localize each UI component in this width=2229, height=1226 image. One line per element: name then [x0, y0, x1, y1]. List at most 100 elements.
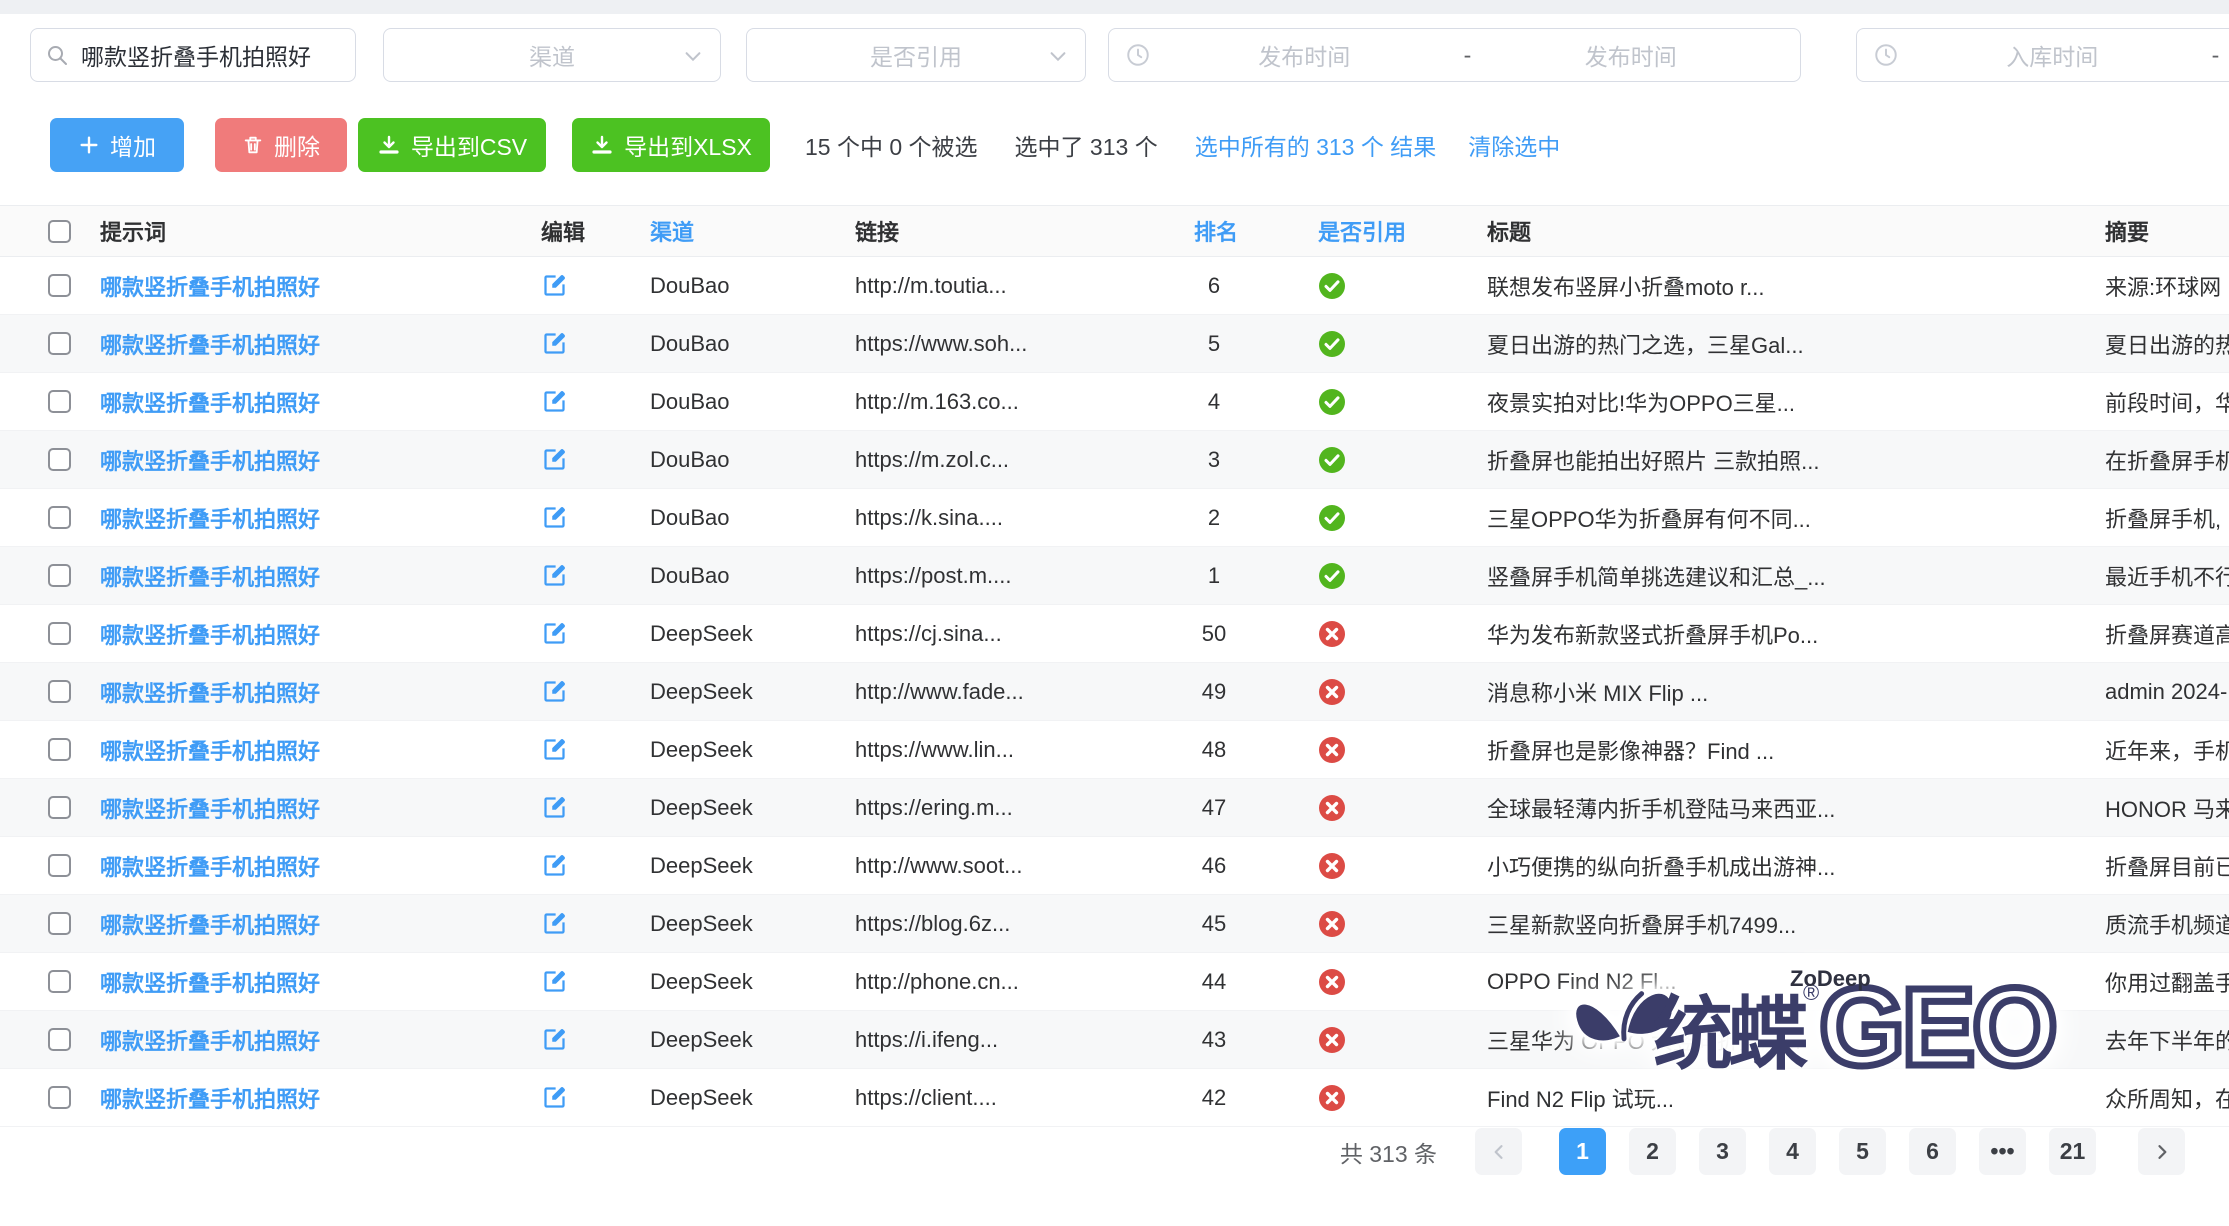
row-checkbox[interactable] [48, 796, 71, 819]
row-checkbox[interactable] [48, 912, 71, 935]
prompt-link[interactable]: 哪款竖折叠手机拍照好 [100, 855, 320, 880]
delete-button-label: 删除 [274, 128, 320, 162]
page-button[interactable]: 2 [1629, 1128, 1676, 1175]
next-page-button[interactable] [2138, 1128, 2185, 1175]
column-header[interactable]: 排名 [1192, 215, 1310, 247]
link-cell: https://www.soh... [855, 331, 1192, 357]
prompt-link[interactable]: 哪款竖折叠手机拍照好 [100, 333, 320, 358]
select-all-results-link[interactable]: 选中所有的 313 个 结果 [1195, 128, 1437, 162]
publish-end-placeholder[interactable]: 发布时间 [1478, 38, 1785, 72]
export-csv-button[interactable]: 导出到CSV [358, 118, 546, 172]
cited-select[interactable]: 是否引用 [746, 28, 1086, 82]
range-separator: - [1458, 42, 1478, 69]
edit-icon[interactable] [541, 794, 568, 821]
page-button[interactable]: 3 [1699, 1128, 1746, 1175]
row-checkbox[interactable] [48, 738, 71, 761]
prompt-link[interactable]: 哪款竖折叠手机拍照好 [100, 1087, 320, 1112]
row-checkbox[interactable] [48, 564, 71, 587]
row-checkbox[interactable] [48, 854, 71, 877]
table-row: 哪款竖折叠手机拍照好 DouBao http://m.toutia... 6 联… [0, 257, 2229, 315]
prompt-link[interactable]: 哪款竖折叠手机拍照好 [100, 623, 320, 648]
column-header[interactable]: 渠道 [650, 215, 855, 247]
selection-summary: 15 个中 0 个被选 [805, 128, 978, 162]
row-checkbox[interactable] [48, 622, 71, 645]
row-checkbox[interactable] [48, 1028, 71, 1051]
page-ellipsis[interactable]: ••• [1979, 1128, 2026, 1175]
edit-icon[interactable] [541, 910, 568, 937]
edit-icon[interactable] [541, 330, 568, 357]
channel-cell: DeepSeek [650, 853, 855, 879]
row-checkbox[interactable] [48, 970, 71, 993]
channel-cell: DeepSeek [650, 1085, 855, 1111]
title-cell: 三星新款竖向折叠屏手机7499... [1487, 908, 2105, 940]
cited-cross-icon [1318, 968, 1346, 996]
prompt-link[interactable]: 哪款竖折叠手机拍照好 [100, 565, 320, 590]
row-checkbox[interactable] [48, 448, 71, 471]
prompt-link[interactable]: 哪款竖折叠手机拍照好 [100, 449, 320, 474]
column-header[interactable]: 是否引用 [1310, 215, 1487, 247]
edit-icon[interactable] [541, 968, 568, 995]
publish-start-placeholder[interactable]: 发布时间 [1151, 38, 1458, 72]
edit-icon[interactable] [541, 446, 568, 473]
prompt-link[interactable]: 哪款竖折叠手机拍照好 [100, 1029, 320, 1054]
select-all-checkbox[interactable] [48, 220, 71, 243]
cited-check-icon [1318, 562, 1346, 590]
edit-icon[interactable] [541, 562, 568, 589]
page-button[interactable]: 4 [1769, 1128, 1816, 1175]
prompt-link[interactable]: 哪款竖折叠手机拍照好 [100, 913, 320, 938]
row-checkbox[interactable] [48, 274, 71, 297]
cited-check-icon [1318, 446, 1346, 474]
link-cell: http://m.toutia... [855, 273, 1192, 299]
row-checkbox[interactable] [48, 332, 71, 355]
channel-cell: DeepSeek [650, 911, 855, 937]
edit-icon[interactable] [541, 736, 568, 763]
add-button[interactable]: 增加 [50, 118, 184, 172]
link-cell: http://phone.cn... [855, 969, 1192, 995]
title-cell: 夏日出游的热门之选，三星Gal... [1487, 328, 2105, 360]
storage-time-range-picker[interactable]: 入库时间 - [1856, 28, 2229, 82]
export-xlsx-button[interactable]: 导出到XLSX [572, 118, 770, 172]
prompt-link[interactable]: 哪款竖折叠手机拍照好 [100, 739, 320, 764]
edit-icon[interactable] [541, 620, 568, 647]
row-checkbox[interactable] [48, 680, 71, 703]
prompt-link[interactable]: 哪款竖折叠手机拍照好 [100, 797, 320, 822]
prompt-link[interactable]: 哪款竖折叠手机拍照好 [100, 681, 320, 706]
clear-selection-link[interactable]: 清除选中 [1468, 128, 1560, 162]
page-button[interactable]: 6 [1909, 1128, 1956, 1175]
delete-button[interactable]: 删除 [215, 118, 347, 172]
prompt-link[interactable]: 哪款竖折叠手机拍照好 [100, 971, 320, 996]
page-button[interactable]: 5 [1839, 1128, 1886, 1175]
cited-cross-icon [1318, 852, 1346, 880]
row-checkbox[interactable] [48, 506, 71, 529]
channel-cell: DouBao [650, 447, 855, 473]
prompt-link[interactable]: 哪款竖折叠手机拍照好 [100, 275, 320, 300]
edit-icon[interactable] [541, 678, 568, 705]
channel-cell: DouBao [650, 389, 855, 415]
table-row: 哪款竖折叠手机拍照好 DeepSeek http://phone.cn... 4… [0, 953, 2229, 1011]
prev-page-button[interactable] [1475, 1128, 1522, 1175]
column-header: 链接 [855, 215, 1192, 247]
cited-select-placeholder: 是否引用 [870, 38, 962, 72]
edit-icon[interactable] [541, 272, 568, 299]
edit-icon[interactable] [541, 504, 568, 531]
search-input[interactable] [79, 41, 341, 70]
column-header: 编辑 [537, 215, 650, 247]
summary-cell: 你用过翻盖手 [2105, 966, 2229, 998]
summary-cell: 折叠屏目前已 [2105, 850, 2229, 882]
rank-cell: 50 [1194, 621, 1234, 647]
edit-icon[interactable] [541, 1084, 568, 1111]
prompt-link[interactable]: 哪款竖折叠手机拍照好 [100, 391, 320, 416]
page-button[interactable]: 1 [1559, 1128, 1606, 1175]
edit-icon[interactable] [541, 1026, 568, 1053]
search-box[interactable] [30, 28, 356, 82]
edit-icon[interactable] [541, 852, 568, 879]
download-icon [377, 133, 401, 157]
row-checkbox[interactable] [48, 390, 71, 413]
channel-select[interactable]: 渠道 [383, 28, 721, 82]
page-button[interactable]: 21 [2049, 1128, 2096, 1175]
storage-start-placeholder[interactable]: 入库时间 [1899, 38, 2206, 72]
row-checkbox[interactable] [48, 1086, 71, 1109]
edit-icon[interactable] [541, 388, 568, 415]
prompt-link[interactable]: 哪款竖折叠手机拍照好 [100, 507, 320, 532]
publish-time-range-picker[interactable]: 发布时间 - 发布时间 [1108, 28, 1801, 82]
